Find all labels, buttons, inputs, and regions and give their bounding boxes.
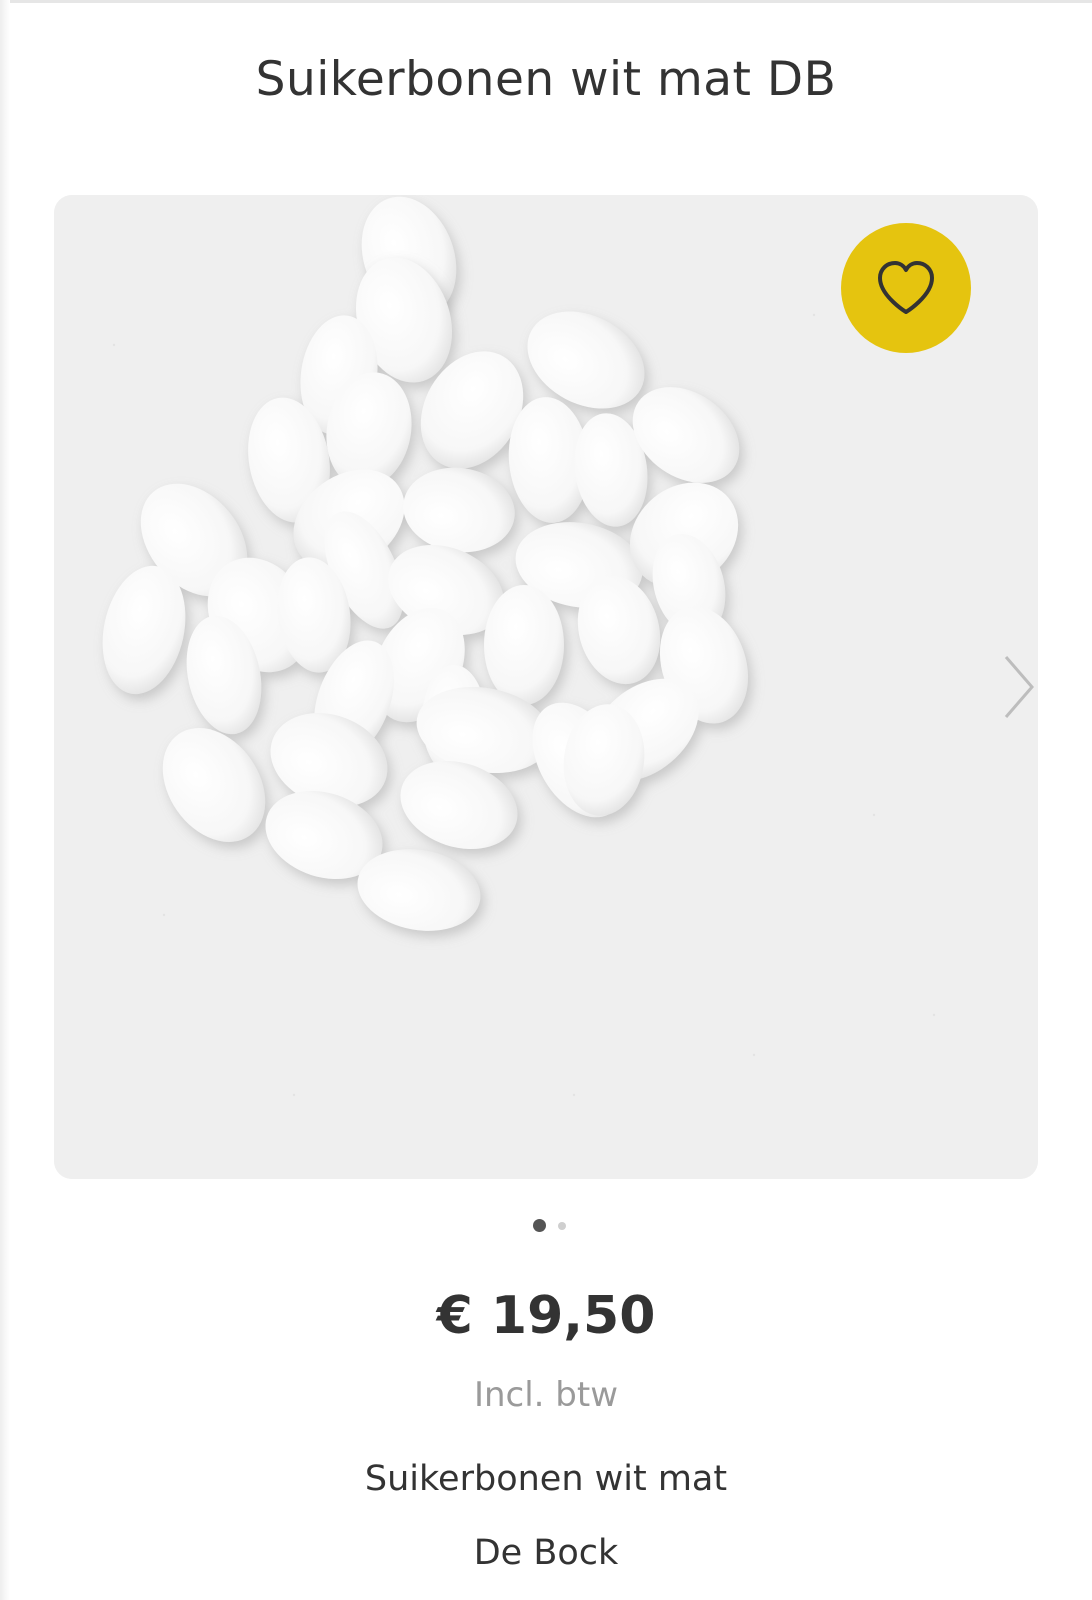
top-divider [0, 0, 1092, 3]
favorite-button[interactable] [841, 223, 971, 353]
heart-outline-icon [878, 261, 934, 314]
gallery-dot-2[interactable] [557, 1221, 566, 1230]
product-name: Suikerbonen wit mat [364, 1459, 728, 1499]
product-price: € 19,50 [436, 1286, 656, 1346]
tax-note: Incl. btw [473, 1375, 619, 1415]
product-brand: De Bock [473, 1533, 619, 1573]
chevron-right-icon[interactable] [1002, 653, 1038, 721]
gallery-pagination [0, 1219, 1092, 1232]
product-image-gallery[interactable] [54, 195, 1038, 1179]
gallery-dot-1[interactable] [532, 1219, 546, 1232]
page-title: Suikerbonen wit mat DB [255, 52, 837, 107]
left-edge-shadow [0, 0, 10, 1600]
